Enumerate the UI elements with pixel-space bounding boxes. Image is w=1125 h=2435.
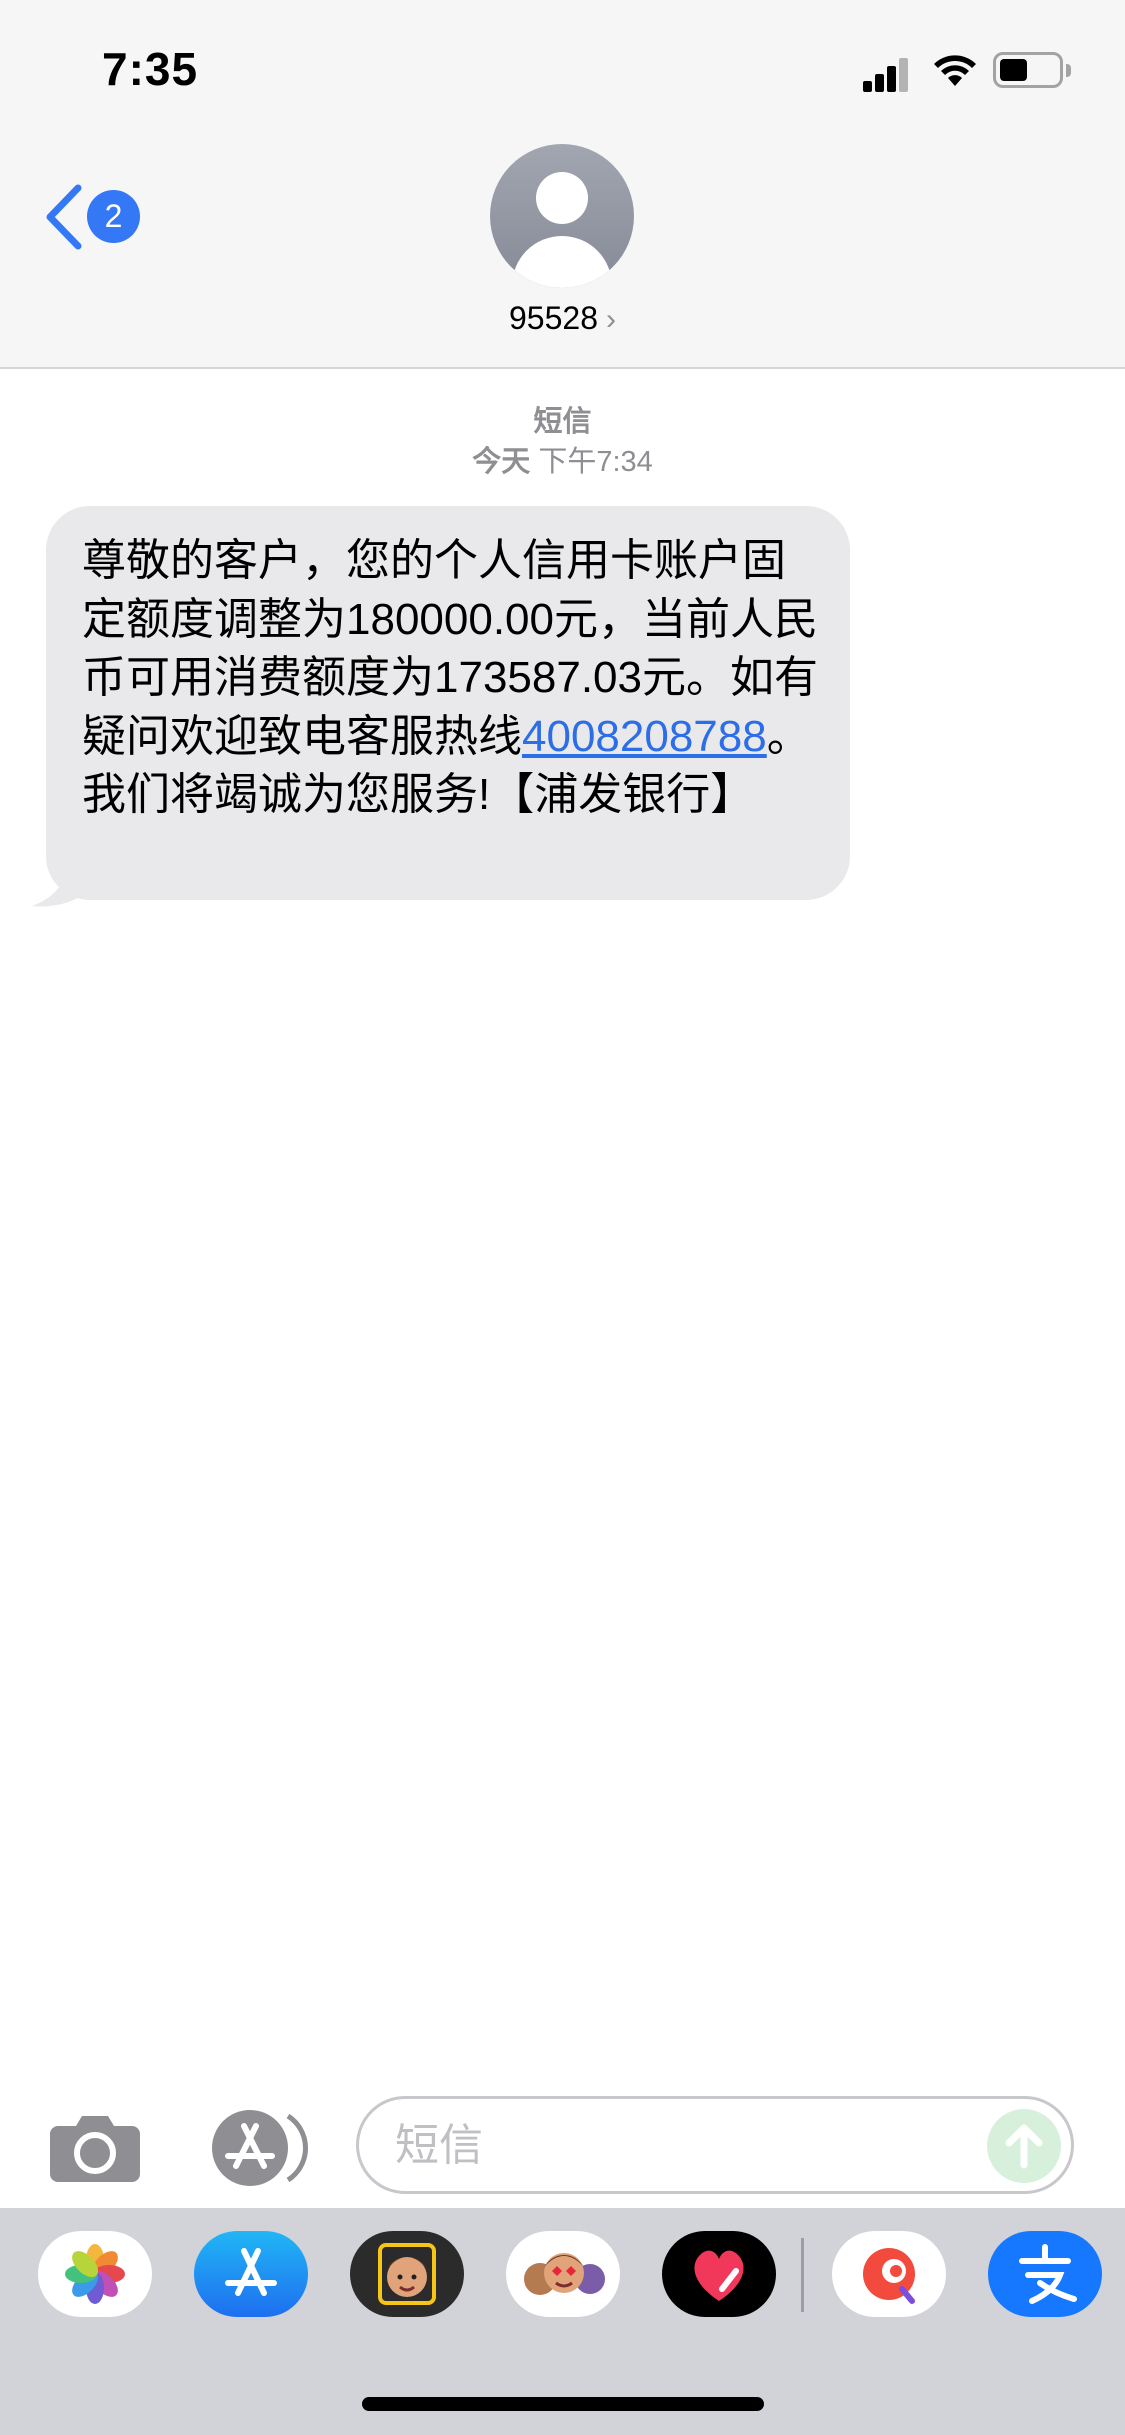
photos-app-button[interactable] [38, 2231, 152, 2317]
memoji-stickers-app-button[interactable] [350, 2231, 464, 2317]
contact-avatar[interactable] [490, 144, 634, 288]
message-text: 尊敬的客户，您的个人信用卡账户固定额度调整为180000.00元，当前人民币可用… [82, 532, 822, 825]
apps-button[interactable] [200, 2108, 310, 2188]
home-indicator [362, 2397, 764, 2411]
drawer-divider [801, 2238, 804, 2312]
imessage-app-drawer [0, 2208, 1125, 2435]
back-button[interactable]: 2 [44, 180, 154, 256]
message-input[interactable] [393, 2117, 957, 2175]
app-store-icon [212, 2110, 308, 2186]
contact-name-button[interactable]: 95528 › [440, 300, 685, 344]
animoji-stickers-app-button[interactable] [506, 2231, 620, 2317]
message-time: 下午7:34 [538, 446, 653, 478]
alipay-app-button[interactable] [988, 2231, 1102, 2317]
message-date: 今天 下午7:34 [0, 442, 1125, 482]
send-arrow-icon [1005, 2124, 1043, 2169]
chevron-left-icon [46, 184, 82, 250]
camera-icon [50, 2116, 140, 2182]
phone-number-link[interactable]: 4008208788 [522, 712, 767, 761]
incoming-message-bubble[interactable]: 尊敬的客户，您的个人信用卡账户固定额度调整为180000.00元，当前人民币可用… [46, 506, 850, 900]
battery-icon [993, 52, 1071, 88]
camera-button[interactable] [48, 2110, 142, 2184]
service-label: 短信 [533, 406, 592, 438]
message-timestamp-header: 短信 今天 下午7:34 [0, 402, 1125, 482]
digital-touch-app-button[interactable] [662, 2231, 776, 2317]
photos-icon [65, 2244, 125, 2304]
app-store-logo-icon [225, 2248, 277, 2296]
chevron-right-icon: › [605, 303, 616, 336]
heart-icon [694, 2250, 744, 2301]
status-time: 7:35 [102, 43, 199, 95]
memoji-icon [378, 2243, 436, 2305]
unread-count-badge: 2 [87, 190, 140, 243]
message-day: 今天 [472, 446, 531, 478]
wifi-icon [934, 55, 976, 86]
animoji-icon [524, 2253, 605, 2295]
cellular-signal-icon [863, 58, 909, 92]
app-6-button[interactable] [832, 2231, 946, 2317]
app-store-app-button[interactable] [194, 2231, 308, 2317]
contact-name: 95528 [509, 300, 598, 336]
conversation-header: 7:35 2 95528 › [0, 0, 1125, 369]
third-party-app-icon [863, 2248, 915, 2304]
send-button[interactable] [987, 2109, 1061, 2183]
message-input-field[interactable] [356, 2096, 1074, 2194]
alipay-icon [1019, 2244, 1077, 2304]
